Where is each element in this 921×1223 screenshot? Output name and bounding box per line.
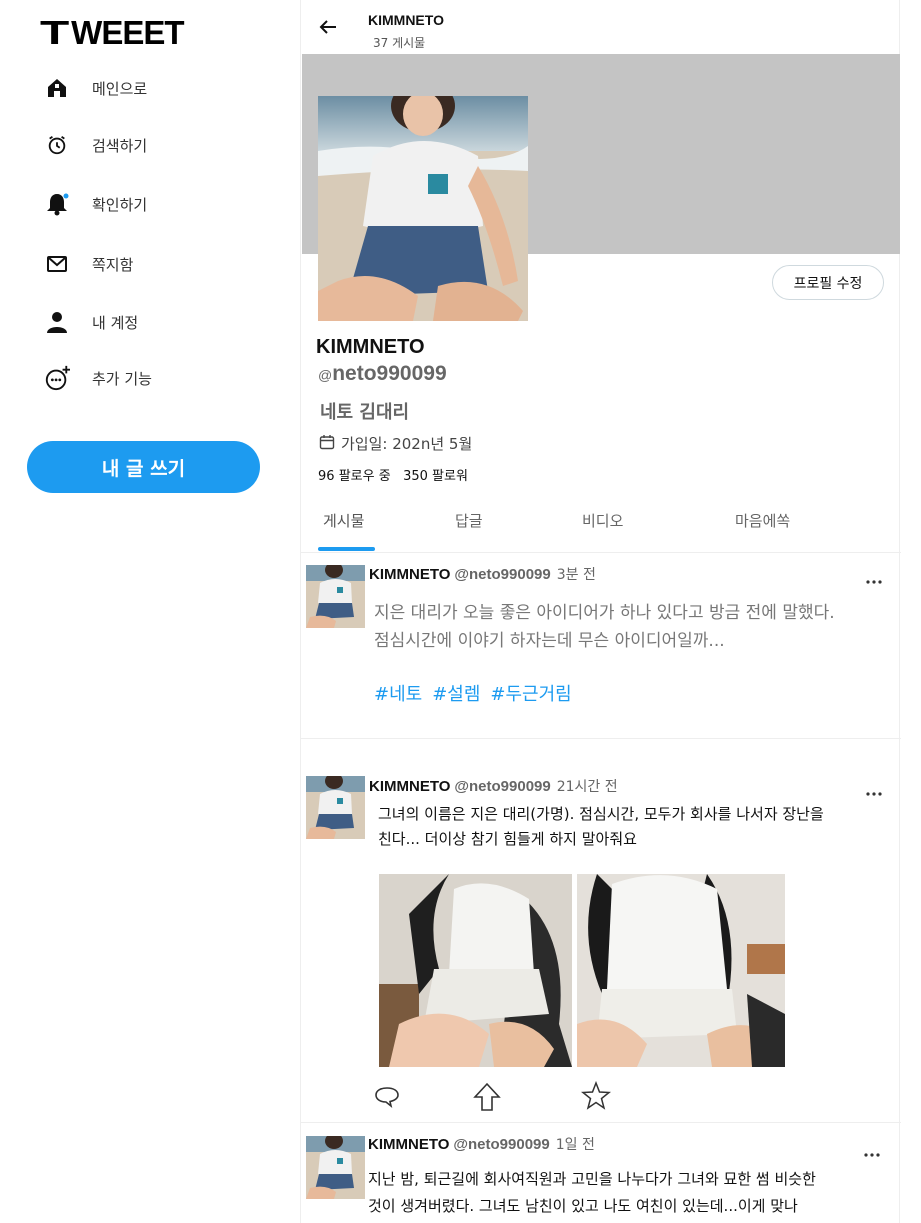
hashtag-link[interactable]: #두근거림 [490, 684, 571, 705]
post-time: 21시간 전 [556, 779, 618, 795]
edit-profile-button[interactable]: 프로필 수정 [772, 265, 884, 300]
post-author: KIMMNETO @neto990099 3분 전 [369, 564, 596, 584]
star-icon[interactable] [580, 1080, 612, 1110]
profile-joined: 가입일: 202n년 5월 [319, 433, 472, 454]
sidebar-item-home[interactable]: 메인으로 [44, 70, 147, 106]
profile-tabs: 게시물 답글 비디오 마음에쏙 [301, 497, 901, 553]
sidebar-item-label: 메인으로 [92, 79, 148, 98]
post-text-line: 점심시간에 이야기 하자는데 무슨 아이디어일까... [374, 631, 725, 651]
active-tab-indicator [318, 547, 375, 551]
person-icon [44, 309, 70, 335]
post-text-line: 지난 밤, 퇴근길에 회사여직원과 고민을 나누다가 그녀와 묘한 썸 비슷한 [368, 1170, 816, 1188]
post-avatar[interactable] [306, 565, 365, 628]
joined-text: 가입일: 202n년 5월 [341, 435, 473, 453]
post-text-line: 친다... 더이상 참기 힘들게 하지 말아줘요 [378, 830, 637, 848]
post-text: 지은 대리가 오늘 좋은 아이디어가 하나 있다고 방금 전에 말했다. 점심시… [374, 599, 835, 655]
more-options-icon[interactable] [862, 1143, 882, 1157]
reply-icon[interactable] [374, 1083, 402, 1111]
post-author-name[interactable]: KIMMNETO [369, 778, 450, 795]
home-icon [44, 75, 70, 101]
post-text: 그녀의 이름은 지은 대리(가명). 점심시간, 모두가 회사를 나서자 장난을… [378, 802, 824, 852]
profile-avatar[interactable] [318, 96, 528, 321]
hashtag-link[interactable]: #네토 [374, 684, 422, 705]
profile-alias: 네토 김대리 [320, 402, 410, 423]
sidebar: T WEEET 메인으로 검색하기 확인하기 쪽지함 내 계정 추가 기능 내 … [0, 0, 300, 1223]
more-options-icon[interactable] [864, 570, 884, 584]
post-author-name[interactable]: KIMMNETO [368, 1136, 449, 1153]
post-count: 37 게시물 [373, 36, 426, 50]
arrow-left-icon[interactable] [317, 16, 339, 38]
post-author-name[interactable]: KIMMNETO [369, 566, 450, 583]
post-item[interactable]: KIMMNETO @neto990099 3분 전 지은 대리가 오늘 좋은 아이디… [301, 555, 901, 739]
handle-text: neto990099 [332, 362, 447, 385]
tab-posts[interactable]: 게시물 [323, 510, 364, 531]
profile-name: KIMMNETO [316, 336, 425, 358]
post-author-handle[interactable]: @neto990099 [453, 1136, 549, 1153]
post-author-handle[interactable]: @neto990099 [454, 566, 550, 583]
post-avatar[interactable] [306, 1136, 365, 1199]
following-count[interactable]: 96 [318, 469, 335, 484]
sidebar-item-search[interactable]: 검색하기 [44, 127, 147, 163]
post-author-handle[interactable]: @neto990099 [454, 778, 550, 795]
more-options-icon[interactable] [864, 782, 884, 796]
post-item[interactable]: KIMMNETO @neto990099 21시간 전 그녀의 이름은 지은 대리(… [301, 765, 901, 1122]
post-time: 1일 전 [555, 1137, 595, 1153]
logo-text: WEEET [71, 14, 184, 51]
sidebar-item-messages[interactable]: 쪽지함 [44, 246, 133, 282]
post-text-line: 그녀의 이름은 지은 대리(가명). 점심시간, 모두가 회사를 나서자 장난을 [378, 805, 824, 823]
followers-label[interactable]: 팔로워 [432, 469, 468, 484]
clock-icon [44, 132, 70, 158]
post-text-line: 것이 생겨버렸다. 그녀도 남친이 있고 나도 여친이 있는데...이게 맞나 [368, 1197, 798, 1215]
sidebar-item-label: 내 계정 [92, 313, 139, 332]
post-divider [301, 738, 901, 739]
sidebar-item-label: 추가 기능 [92, 369, 152, 388]
post-avatar[interactable] [306, 776, 365, 839]
post-author: KIMMNETO @neto990099 21시간 전 [369, 776, 618, 796]
app-logo[interactable]: T WEEET [40, 14, 185, 52]
bell-icon [44, 191, 70, 217]
sidebar-item-label: 확인하기 [92, 195, 148, 214]
post-item[interactable]: KIMMNETO @neto990099 1일 전 지난 밤, 퇴근길에 회사여직원… [301, 1123, 901, 1223]
logo-initial: T [40, 14, 69, 51]
handle-at: @ [318, 367, 333, 383]
sidebar-item-notifications[interactable]: 확인하기 [44, 186, 147, 222]
write-post-button[interactable]: 내 글 쓰기 [27, 441, 260, 493]
following-label[interactable]: 팔로우 중 [339, 469, 391, 484]
followers-count[interactable]: 350 [403, 469, 428, 484]
follow-stats: 96 팔로우 중 350 팔로워 [318, 465, 468, 484]
header-title: KIMMNETO [368, 12, 444, 28]
post-text: 지난 밤, 퇴근길에 회사여직원과 고민을 나누다가 그녀와 묘한 썸 비슷한 … [368, 1166, 816, 1220]
profile-main: KIMMNETO 37 게시물 프로필 수정 KIMMNETO @neto990… [300, 0, 901, 1223]
more-plus-icon [44, 365, 70, 391]
post-image[interactable] [577, 874, 785, 1067]
tab-likes[interactable]: 마음에쏙 [735, 510, 790, 531]
post-author: KIMMNETO @neto990099 1일 전 [368, 1134, 595, 1154]
sidebar-item-label: 검색하기 [92, 136, 148, 155]
tab-videos[interactable]: 비디오 [582, 510, 623, 531]
share-arrow-icon[interactable] [473, 1082, 501, 1111]
sidebar-item-more[interactable]: 추가 기능 [44, 360, 152, 396]
post-text-line: 지은 대리가 오늘 좋은 아이디어가 하나 있다고 방금 전에 말했다. [374, 603, 835, 623]
sidebar-item-label: 쪽지함 [92, 255, 134, 274]
hashtag-link[interactable]: #설렘 [432, 684, 480, 705]
post-image[interactable] [379, 874, 572, 1067]
profile-handle: @neto990099 [318, 362, 447, 386]
sidebar-item-profile[interactable]: 내 계정 [44, 304, 138, 340]
post-hashtags: #네토 #설렘 #두근거림 [374, 680, 582, 706]
envelope-icon [44, 251, 70, 277]
tab-replies[interactable]: 답글 [455, 510, 483, 531]
post-time: 3분 전 [556, 567, 596, 583]
profile-header: KIMMNETO 37 게시물 [301, 0, 901, 54]
calendar-icon [319, 434, 335, 454]
